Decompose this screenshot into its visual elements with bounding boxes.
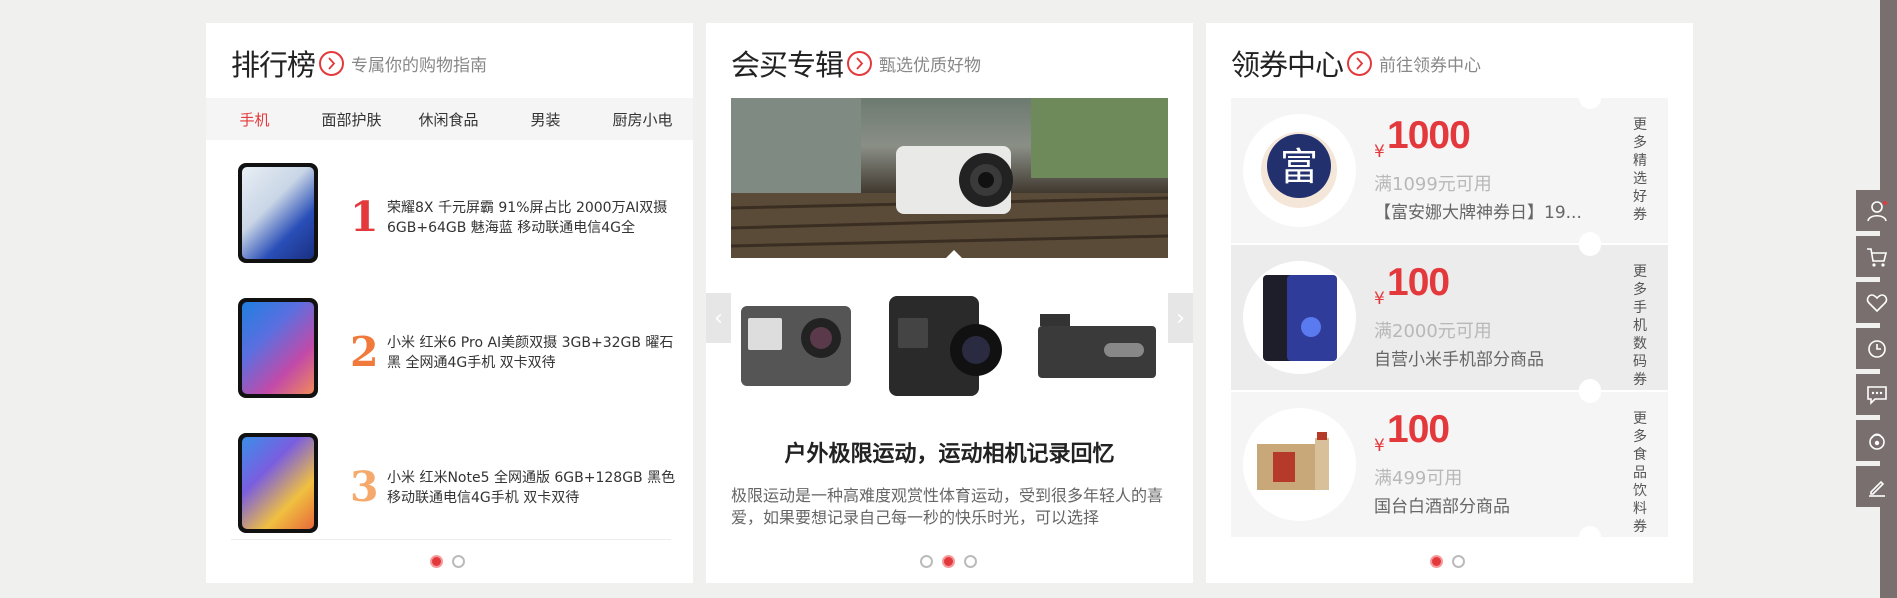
product-image — [238, 298, 318, 398]
chevron-left-icon: ‹ — [714, 305, 723, 331]
service-icon — [1869, 433, 1885, 450]
divider — [231, 539, 671, 540]
coupon-amount: 1000 — [1387, 114, 1471, 157]
tab-menswear[interactable]: 男装 — [497, 109, 594, 130]
currency-symbol: ¥ — [1374, 289, 1385, 309]
tab-phone[interactable]: 手机 — [206, 109, 303, 130]
hero-pointer — [944, 250, 964, 260]
ticket-notch — [1579, 526, 1601, 548]
ranking-subtitle: 专属你的购物指南 — [351, 55, 488, 76]
carousel-dot[interactable] — [920, 555, 933, 568]
coupon-product-image — [1243, 261, 1356, 374]
more-coupons-link[interactable]: 更多精选好券 — [1633, 116, 1647, 224]
user-button[interactable] — [1856, 190, 1897, 231]
history-icon — [1868, 340, 1886, 358]
coupon-condition: 满2000元可用 — [1374, 321, 1492, 342]
ticket-notch — [1579, 87, 1601, 109]
tab-snacks[interactable]: 休闲食品 — [400, 109, 497, 130]
chevron-right-icon — [1347, 50, 1373, 76]
product-name[interactable]: 荣耀8X 千元屏霸 91%屏占比 2000万AI双摄 6GB+64GB 魅海蓝 … — [387, 198, 677, 238]
coupon-title: 领券中心 — [1231, 48, 1344, 82]
hero-image[interactable] — [731, 98, 1168, 258]
coupon-card[interactable]: 富 ¥ 1000 满1099元可用 【富安娜大牌神券日】19... 更多精选好券 — [1231, 87, 1668, 254]
product-thumb[interactable] — [1034, 288, 1159, 403]
coupon-amount: 100 — [1387, 408, 1450, 451]
ranking-item[interactable]: 1 荣耀8X 千元屏霸 91%屏占比 2000万AI双摄 6GB+64GB 魅海… — [206, 153, 693, 273]
album-heading[interactable]: 户外极限运动，运动相机记录回忆 — [706, 436, 1193, 468]
chevron-right-icon — [319, 50, 345, 76]
brand-char: 富 — [1280, 145, 1318, 189]
coupon-brand-logo: 富 — [1243, 114, 1356, 227]
product-image — [238, 163, 318, 263]
user-icon — [1867, 201, 1887, 222]
product-thumb[interactable] — [736, 288, 861, 403]
product-thumb[interactable] — [884, 288, 1009, 403]
next-arrow-button[interactable]: › — [1168, 293, 1193, 343]
message-button[interactable] — [1856, 374, 1897, 415]
coupon-card[interactable]: ¥ 100 满2000元可用 自营小米手机部分商品 更多手机数码券 — [1231, 234, 1668, 401]
more-coupons-link[interactable]: 更多手机数码券 — [1633, 263, 1647, 389]
ranking-item[interactable]: 2 小米 红米6 Pro AI美颜双摄 3GB+32GB 曜石黑 全网通4G手机… — [206, 288, 693, 408]
rank-number: 2 — [350, 328, 379, 376]
coupon-subtitle: 前往领券中心 — [1379, 55, 1482, 76]
carousel-dot[interactable] — [942, 555, 955, 568]
feedback-button[interactable] — [1856, 466, 1897, 507]
heart-icon — [1866, 294, 1888, 313]
favorites-button[interactable] — [1856, 282, 1897, 323]
coupon-panel: 领券中心 前往领券中心 富 ¥ 1000 满1099元可用 【富安娜大牌神券日】… — [1206, 23, 1693, 583]
special-panel: 会买专辑 甄选优质好物 ‹ › 户外极限运动，运动相机记录回忆 极限运动是一种高… — [706, 23, 1193, 583]
special-header[interactable]: 会买专辑 甄选优质好物 — [731, 43, 981, 83]
coupon-card[interactable]: ¥ 100 满499可用 国台白酒部分商品 更多食品饮料券 — [1231, 381, 1668, 548]
cart-button[interactable] — [1856, 236, 1897, 277]
message-icon — [1867, 386, 1887, 405]
service-button[interactable] — [1856, 420, 1897, 461]
chevron-right-icon — [847, 50, 873, 76]
ranking-tabs: 手机 面部护肤 休闲食品 男装 厨房小电 — [206, 98, 693, 140]
coupon-header[interactable]: 领券中心 前往领券中心 — [1231, 43, 1481, 83]
edit-icon — [1869, 480, 1885, 497]
rank-number: 3 — [350, 463, 379, 511]
carousel-dot[interactable] — [430, 555, 443, 568]
product-image — [238, 433, 318, 533]
coupon-amount: 100 — [1387, 261, 1450, 304]
tab-skincare[interactable]: 面部护肤 — [303, 109, 400, 130]
ticket-notch — [1579, 234, 1601, 256]
history-button[interactable] — [1856, 328, 1897, 369]
ranking-title: 排行榜 — [231, 48, 316, 82]
album-description: 极限运动是一种高难度观赏性体育运动，受到很多年轻人的喜爱，如果要想记录自己每一秒… — [731, 486, 1164, 527]
tab-kitchen[interactable]: 厨房小电 — [594, 109, 691, 130]
carousel-dot[interactable] — [452, 555, 465, 568]
chevron-right-icon: › — [1176, 305, 1185, 331]
rank-number: 1 — [350, 193, 379, 241]
currency-symbol: ¥ — [1374, 142, 1385, 162]
prev-arrow-button[interactable]: ‹ — [706, 293, 731, 343]
coupon-description: 国台白酒部分商品 — [1374, 497, 1510, 517]
carousel-dot[interactable] — [964, 555, 977, 568]
carousel-dots — [920, 555, 977, 568]
coupon-product-image — [1243, 408, 1356, 521]
special-subtitle: 甄选优质好物 — [879, 55, 982, 76]
cart-icon — [1867, 248, 1888, 267]
product-name[interactable]: 小米 红米6 Pro AI美颜双摄 3GB+32GB 曜石黑 全网通4G手机 双… — [387, 333, 677, 373]
ranking-item[interactable]: 3 小米 红米Note5 全网通版 6GB+128GB 黑色 移动联通电信4G手… — [206, 423, 693, 543]
special-title: 会买专辑 — [731, 48, 844, 82]
coupon-condition: 满499可用 — [1374, 468, 1463, 489]
coupon-description: 【富安娜大牌神券日】19... — [1374, 203, 1582, 223]
more-coupons-link[interactable]: 更多食品饮料券 — [1633, 410, 1647, 536]
carousel-dots — [430, 555, 465, 568]
carousel-dot[interactable] — [1452, 555, 1465, 568]
carousel-dots — [1430, 555, 1465, 568]
carousel-dot[interactable] — [1430, 555, 1443, 568]
product-name[interactable]: 小米 红米Note5 全网通版 6GB+128GB 黑色 移动联通电信4G手机 … — [387, 468, 677, 508]
coupon-description: 自营小米手机部分商品 — [1374, 350, 1544, 370]
currency-symbol: ¥ — [1374, 436, 1385, 456]
ticket-notch — [1579, 381, 1601, 403]
coupon-condition: 满1099元可用 — [1374, 174, 1492, 195]
ranking-header[interactable]: 排行榜 专属你的购物指南 — [231, 43, 487, 83]
ranking-panel: 排行榜 专属你的购物指南 手机 面部护肤 休闲食品 男装 厨房小电 1 荣耀8X… — [206, 23, 693, 583]
